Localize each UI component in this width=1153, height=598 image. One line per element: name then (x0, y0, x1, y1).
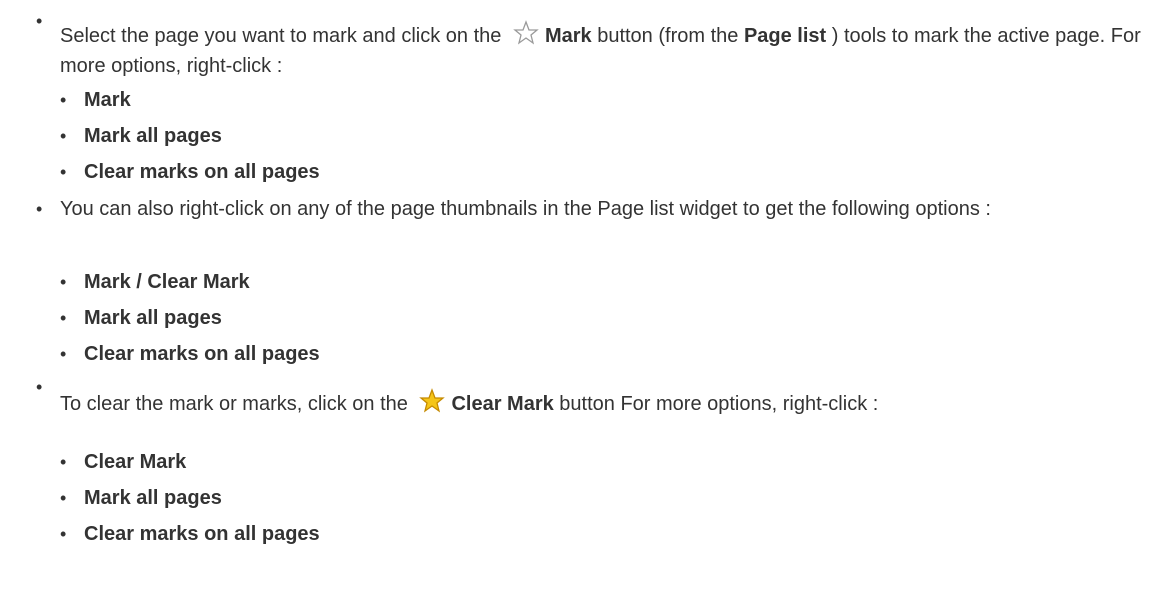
sub-item: • Clear marks on all pages (60, 339, 320, 369)
list-item-mark: Select the page you want to mark and cli… (60, 20, 1143, 81)
bullet: • (60, 488, 67, 508)
bullet: • (36, 377, 43, 397)
bullet: • (60, 524, 67, 544)
sub-item: • Clear Mark (60, 447, 187, 477)
sub-item: • Mark all pages (60, 483, 222, 513)
bullet: • (36, 11, 43, 31)
page-list-label: Page list (743, 25, 827, 47)
sub-item: • Clear marks on all pages (60, 157, 320, 187)
bullet: • (60, 452, 67, 472)
sub-item-label: Mark all pages (84, 487, 222, 509)
star-outline-icon (513, 20, 539, 46)
item-text: To clear the mark or marks, click on the (60, 393, 414, 415)
sub-item-label: Mark all pages (84, 307, 222, 329)
bullet: • (36, 199, 43, 219)
list-item-clear-mark: To clear the mark or marks, click on the… (60, 388, 1143, 419)
item-text: button For more options, right-click : (553, 393, 879, 415)
sub-item-label: Mark all pages (84, 125, 222, 147)
sub-item: • Mark (60, 85, 131, 115)
sub-item-label: Mark / Clear Mark (84, 271, 250, 293)
sub-item-label: Clear Mark (84, 451, 187, 473)
sub-item-label: Clear marks on all pages (84, 161, 320, 183)
bullet: • (60, 126, 67, 146)
help-document: • Select the page you want to mark and c… (0, 0, 1153, 598)
sub-item: • Clear marks on all pages (60, 519, 320, 549)
bullet: • (60, 272, 67, 292)
list-item-thumbnails: You can also right-click on any of the p… (60, 194, 1143, 224)
bullet: • (60, 344, 67, 364)
item-text: You can also right-click on any of the p… (60, 198, 991, 220)
bullet: • (60, 308, 67, 328)
star-filled-icon (419, 388, 446, 414)
sub-item: • Mark all pages (60, 303, 222, 333)
clear-mark-label: Clear Mark (451, 393, 554, 415)
sub-item: • Mark all pages (60, 121, 222, 151)
sub-item-label: Clear marks on all pages (84, 523, 320, 545)
sub-item-label: Mark (84, 89, 131, 111)
item-text: Select the page you want to mark and cli… (60, 25, 507, 47)
item-text: button (from the (591, 25, 744, 47)
bullet: • (60, 90, 67, 110)
mark-label: Mark (544, 25, 592, 47)
bullet: • (60, 162, 67, 182)
sub-item-label: Clear marks on all pages (84, 343, 320, 365)
sub-item: • Mark / Clear Mark (60, 267, 250, 297)
